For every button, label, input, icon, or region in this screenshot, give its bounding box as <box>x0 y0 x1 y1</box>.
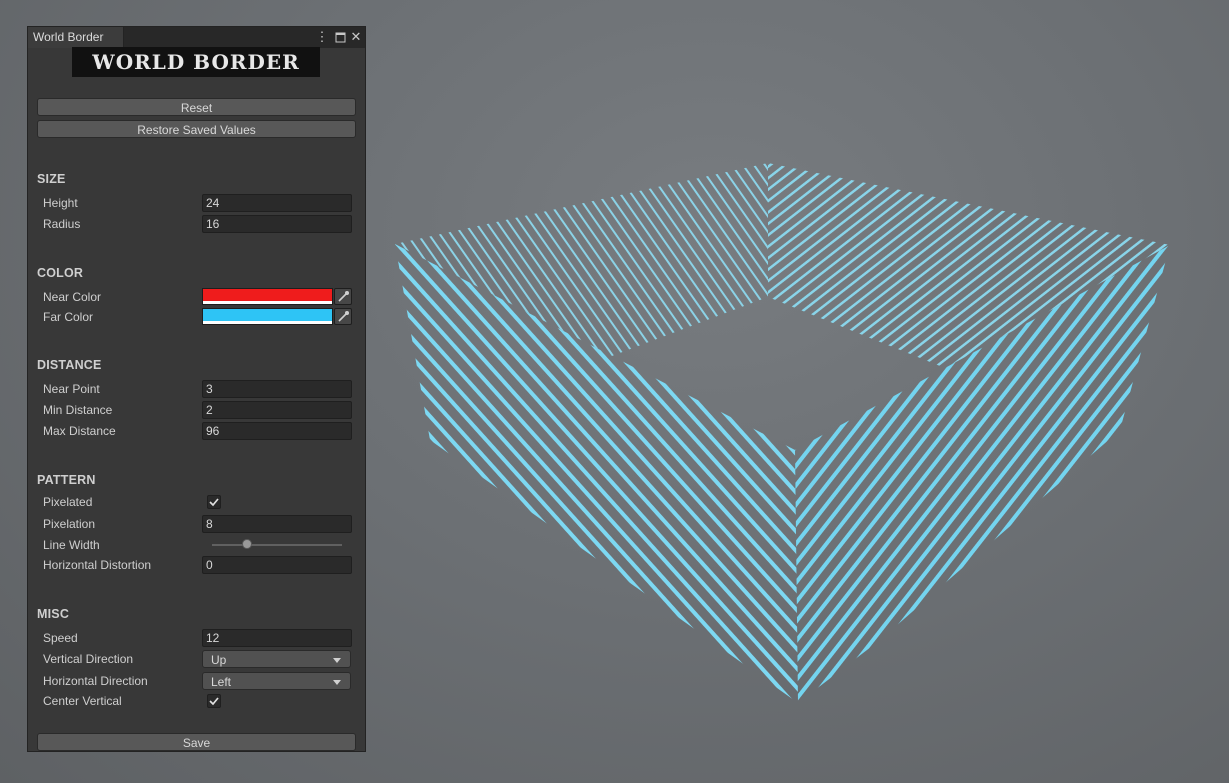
line-width-label: Line Width <box>43 538 100 552</box>
near-point-field[interactable]: 3 <box>202 380 352 398</box>
checkmark-icon <box>209 498 219 507</box>
panel-tabbar: World Border ⋮ ✕ <box>28 27 365 48</box>
close-icon[interactable]: ✕ <box>349 27 363 48</box>
reset-button[interactable]: Reset <box>37 98 356 116</box>
horizontal-direction-value: Left <box>211 675 232 689</box>
min-distance-label: Min Distance <box>43 403 113 417</box>
center-vertical-label: Center Vertical <box>43 694 122 708</box>
speed-label: Speed <box>43 631 78 645</box>
pixelated-checkbox[interactable] <box>207 495 221 509</box>
near-point-label: Near Point <box>43 382 100 396</box>
max-distance-field[interactable]: 96 <box>202 422 352 440</box>
world-border-panel: World Border ⋮ ✕ WORLD BORDER Reset Rest… <box>27 26 366 752</box>
chevron-down-icon <box>333 680 341 685</box>
radius-label: Radius <box>43 217 81 231</box>
pixelation-label: Pixelation <box>43 517 96 531</box>
section-pattern-header: PATTERN <box>37 473 96 487</box>
eyedropper-icon[interactable] <box>334 308 352 325</box>
pixelation-field[interactable]: 8 <box>202 515 352 533</box>
section-misc-header: MISC <box>37 607 70 621</box>
horizontal-direction-dropdown[interactable]: Left <box>202 672 351 690</box>
height-label: Height <box>43 196 78 210</box>
chevron-down-icon <box>333 658 341 663</box>
far-color-swatch[interactable] <box>202 308 333 325</box>
restore-saved-values-button[interactable]: Restore Saved Values <box>37 120 356 138</box>
line-width-slider-handle[interactable] <box>242 539 253 549</box>
section-color-header: COLOR <box>37 266 84 280</box>
checkmark-icon <box>209 697 219 706</box>
radius-field[interactable]: 16 <box>202 215 352 233</box>
pixelated-label: Pixelated <box>43 495 93 509</box>
height-field[interactable]: 24 <box>202 194 352 212</box>
horizontal-distortion-label: Horizontal Distortion <box>43 558 152 572</box>
section-size-header: SIZE <box>37 172 66 186</box>
near-color-label: Near Color <box>43 290 102 304</box>
max-distance-label: Max Distance <box>43 424 116 438</box>
line-width-slider-track[interactable] <box>212 544 342 546</box>
world-border-logo: WORLD BORDER <box>72 47 320 77</box>
near-color-swatch[interactable] <box>202 288 333 305</box>
maximize-icon[interactable] <box>333 27 347 48</box>
kebab-menu-icon[interactable]: ⋮ <box>315 27 329 48</box>
vertical-direction-value: Up <box>211 653 227 667</box>
vertical-direction-label: Vertical Direction <box>43 652 134 666</box>
save-button[interactable]: Save <box>37 733 356 751</box>
speed-field[interactable]: 12 <box>202 629 352 647</box>
eyedropper-icon[interactable] <box>334 288 352 305</box>
center-vertical-checkbox[interactable] <box>207 694 221 708</box>
far-color-label: Far Color <box>43 310 94 324</box>
vertical-direction-dropdown[interactable]: Up <box>202 650 351 668</box>
min-distance-field[interactable]: 2 <box>202 401 352 419</box>
horizontal-distortion-field[interactable]: 0 <box>202 556 352 574</box>
section-distance-header: DISTANCE <box>37 358 102 372</box>
horizontal-direction-label: Horizontal Direction <box>43 674 148 688</box>
tab-world-border[interactable]: World Border <box>28 27 124 48</box>
